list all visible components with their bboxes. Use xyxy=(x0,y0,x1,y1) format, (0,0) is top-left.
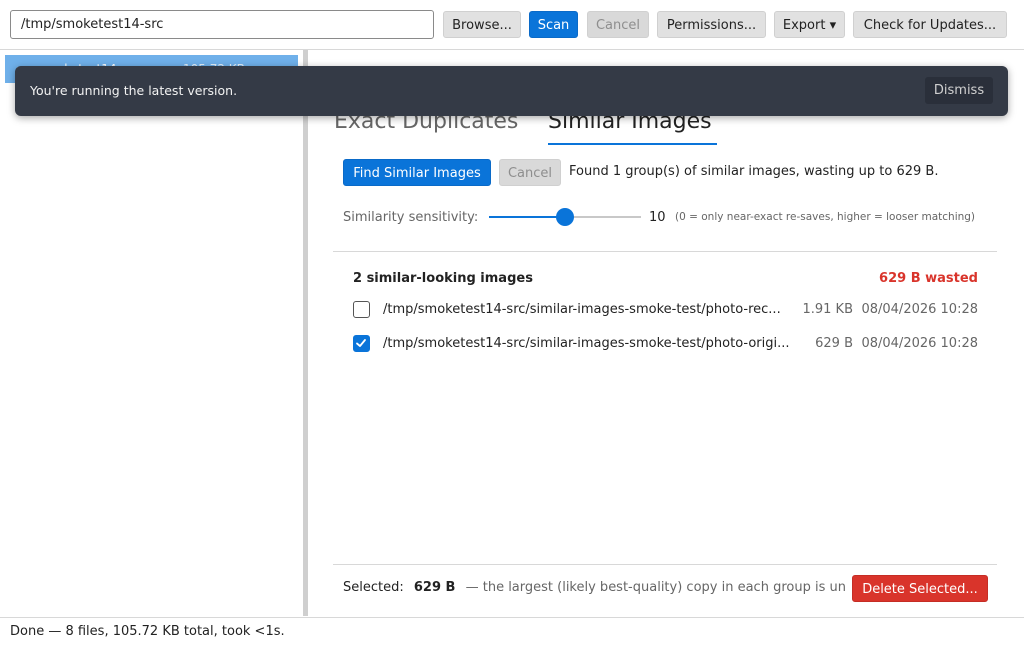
slider-thumb[interactable] xyxy=(556,208,574,226)
active-tab-indicator xyxy=(548,143,717,145)
selected-label: Selected: xyxy=(343,580,404,595)
permissions-button[interactable]: Permissions... xyxy=(657,11,766,38)
dismiss-button[interactable]: Dismiss xyxy=(925,77,993,104)
file-size: 1.91 KB xyxy=(802,302,853,317)
notification-toast: You're running the latest version. Dismi… xyxy=(15,66,1008,116)
delete-selected-button[interactable]: Delete Selected... xyxy=(852,575,988,602)
scan-button[interactable]: Scan xyxy=(529,11,578,38)
path-input[interactable] xyxy=(10,10,434,39)
file-path: /tmp/smoketest14-src/similar-images-smok… xyxy=(383,336,790,351)
file-checkbox[interactable] xyxy=(353,301,370,318)
toolbar: Browse... Scan Cancel Permissions... Exp… xyxy=(0,0,1024,50)
slider-fill xyxy=(489,216,565,218)
find-similar-button[interactable]: Find Similar Images xyxy=(343,159,491,186)
file-date: 08/04/2026 10:28 xyxy=(861,336,978,351)
selected-size: 629 B xyxy=(413,580,456,595)
footer-divider xyxy=(333,564,997,565)
main-panel xyxy=(308,50,1024,616)
group-title: 2 similar-looking images xyxy=(353,271,533,286)
toast-message: You're running the latest version. xyxy=(30,83,238,98)
file-path: /tmp/smoketest14-src/similar-images-smok… xyxy=(383,302,781,317)
sensitivity-label: Similarity sensitivity: xyxy=(343,210,479,225)
file-checkbox-checked[interactable] xyxy=(353,335,370,352)
sensitivity-hint: (0 = only near-exact re-saves, higher = … xyxy=(675,211,976,223)
status-text: Done — 8 files, 105.72 KB total, took <1… xyxy=(10,624,285,639)
selection-summary: Selected: 629 B — the largest (likely be… xyxy=(343,580,853,600)
cancel-find-button[interactable]: Cancel xyxy=(499,159,561,186)
sensitivity-slider[interactable] xyxy=(489,207,641,227)
cancel-scan-button[interactable]: Cancel xyxy=(587,11,649,38)
file-size: 629 B xyxy=(815,336,853,351)
divider xyxy=(333,251,997,252)
browse-button[interactable]: Browse... xyxy=(443,11,521,38)
group-wasted: 629 B wasted xyxy=(879,271,978,286)
export-dropdown[interactable]: Export ▾ xyxy=(774,11,845,38)
sensitivity-value: 10 xyxy=(649,210,666,225)
check-updates-button[interactable]: Check for Updates... xyxy=(853,11,1007,38)
selection-note: — the largest (likely best-quality) copy… xyxy=(465,580,846,595)
sidebar-tree: ▸ smoketest14-src 105.72 KB xyxy=(0,50,303,616)
status-bar: Done — 8 files, 105.72 KB total, took <1… xyxy=(0,617,1024,646)
find-result-text: Found 1 group(s) of similar images, wast… xyxy=(569,164,939,179)
checkmark-icon xyxy=(356,339,366,347)
file-date: 08/04/2026 10:28 xyxy=(861,302,978,317)
